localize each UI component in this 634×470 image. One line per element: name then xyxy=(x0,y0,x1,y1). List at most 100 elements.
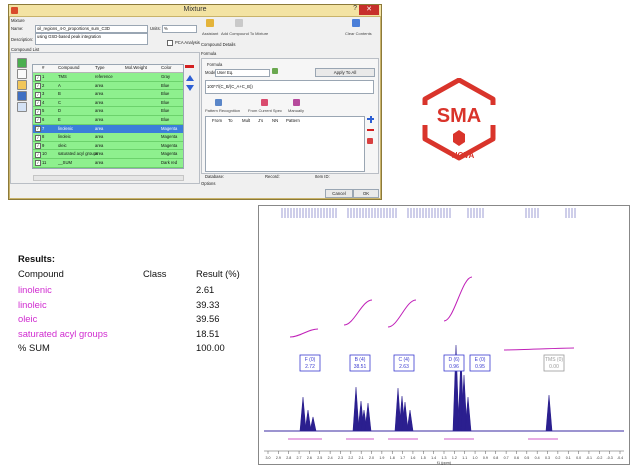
table-hscrollbar[interactable] xyxy=(33,175,184,181)
results-compound: linoleic xyxy=(18,298,47,310)
ok-button[interactable]: OK xyxy=(353,189,379,198)
x-axis-tick-label: 1.5 xyxy=(421,456,426,460)
title-bar[interactable]: Mixture ? ✕ xyxy=(9,5,381,17)
manually-button[interactable]: Manually xyxy=(288,108,304,113)
table-header: # Compound Type Mol.Weight Color xyxy=(33,65,183,73)
manually-icon[interactable] xyxy=(293,99,300,106)
mode-select[interactable]: User Eq. xyxy=(215,69,270,77)
apply-to-all-button[interactable]: Apply To All xyxy=(315,68,375,77)
move-up-icon[interactable] xyxy=(186,75,194,81)
row-num: 5 xyxy=(42,108,45,114)
x-axis-tick-label: 0.2 xyxy=(555,456,560,460)
row-num: 7 xyxy=(42,125,45,131)
table-row[interactable]: ✓ 3 Barea Blue xyxy=(33,90,183,99)
x-axis-tick-label: 1.0 xyxy=(473,456,478,460)
remove-multiplet-icon[interactable] xyxy=(367,129,374,131)
row-type: area xyxy=(95,82,104,88)
cancel-button[interactable]: Cancel xyxy=(325,189,353,198)
logo-text: SMA xyxy=(437,105,481,127)
table-row[interactable]: ✓ 11 __SUM area Dark red xyxy=(33,158,183,168)
row-checkbox[interactable]: ✓ xyxy=(35,108,41,115)
units-label: Units: xyxy=(150,26,161,31)
row-checkbox[interactable]: ✓ xyxy=(35,74,41,81)
row-type: area xyxy=(95,151,104,157)
row-compound: E xyxy=(58,116,61,122)
pattern-recognition-button[interactable]: Pattern Recognition xyxy=(205,108,240,113)
row-color: Magenta xyxy=(161,151,178,157)
formula-text-field[interactable]: 100*7/(C_B/(C_A+C_B)) xyxy=(205,80,374,94)
units-select[interactable]: % xyxy=(162,25,197,33)
row-checkbox[interactable]: ✓ xyxy=(35,143,41,150)
row-color: Blue xyxy=(161,108,170,114)
row-color: Magenta xyxy=(161,142,178,148)
multiplet-col-header: Mult xyxy=(242,118,251,123)
results-compound: % SUM xyxy=(18,342,50,354)
row-checkbox[interactable]: ✓ xyxy=(35,100,41,107)
table-row[interactable]: ✓ 7 linolenic area Magenta xyxy=(33,124,183,134)
remove-compound-icon[interactable] xyxy=(185,65,194,68)
add-compound-button[interactable]: Add Compound To Mixture xyxy=(221,31,268,36)
open-folder-icon[interactable] xyxy=(17,80,27,90)
row-color: Gray xyxy=(161,74,171,79)
table-row[interactable]: ✓ 9 oleic area Magenta xyxy=(33,141,183,151)
header-compound[interactable]: Compound xyxy=(58,65,79,70)
from-current-spec-button[interactable]: From Current Spec xyxy=(248,108,282,113)
x-axis-tick-label: 0.1 xyxy=(566,456,571,460)
row-checkbox[interactable]: ✓ xyxy=(35,151,41,158)
assistant-button[interactable]: Assistant xyxy=(202,31,218,36)
clear-contents-button[interactable]: Clear Contents xyxy=(345,31,372,36)
header-num[interactable]: # xyxy=(42,65,44,70)
row-color: Blue xyxy=(161,116,170,122)
header-color[interactable]: Color xyxy=(161,65,172,70)
row-num: 11 xyxy=(42,159,47,165)
close-button[interactable]: ✕ xyxy=(359,5,379,15)
row-num: 4 xyxy=(42,99,45,105)
copy-icon[interactable] xyxy=(17,102,27,112)
assistant-icon[interactable] xyxy=(206,19,214,27)
row-color: Dark red xyxy=(161,159,178,165)
add-compound-icon[interactable] xyxy=(235,19,243,27)
header-molweight[interactable]: Mol.Weight xyxy=(125,65,147,70)
row-checkbox[interactable]: ✓ xyxy=(35,117,41,124)
row-num: 1 xyxy=(42,74,45,79)
help-button[interactable]: ? xyxy=(353,5,357,12)
row-checkbox[interactable]: ✓ xyxy=(35,83,41,90)
delete-multiplets-icon[interactable] xyxy=(367,138,373,144)
row-type: area xyxy=(95,116,104,122)
row-checkbox[interactable]: ✓ xyxy=(35,160,41,167)
table-row[interactable]: ✓ 6 Earea Blue xyxy=(33,115,183,125)
clear-contents-icon[interactable] xyxy=(352,19,360,27)
x-axis-tick-label: 2.7 xyxy=(297,456,302,460)
uncheck-all-icon[interactable] xyxy=(17,69,27,79)
save-icon[interactable] xyxy=(17,91,27,101)
row-num: 8 xyxy=(42,134,45,140)
row-color: Blue xyxy=(161,99,170,105)
x-axis-label: f1 (ppm) xyxy=(437,461,452,465)
row-checkbox[interactable]: ✓ xyxy=(35,134,41,141)
header-type[interactable]: Type xyxy=(95,65,105,70)
row-checkbox[interactable]: ✓ xyxy=(35,126,41,133)
table-row[interactable]: ✓ 1 TMS reference Gray xyxy=(33,73,183,82)
edit-pencil-icon[interactable] xyxy=(272,68,278,74)
options-label[interactable]: Options xyxy=(201,181,215,186)
x-axis-tick-label: 2.1 xyxy=(359,456,364,460)
move-down-icon[interactable] xyxy=(186,85,194,91)
description-field[interactable]: using GSD-based peak integration xyxy=(35,33,148,45)
pca-checkbox[interactable] xyxy=(167,40,173,46)
multiplet-table[interactable]: From To Mult J's NN Pattern xyxy=(205,116,365,172)
formula-section-label: Formula xyxy=(201,51,217,56)
table-row[interactable]: ✓ 10 saturated acyl groups area Magenta xyxy=(33,150,183,159)
from-current-spec-icon[interactable] xyxy=(261,99,268,106)
pattern-recognition-icon[interactable] xyxy=(215,99,222,106)
table-row[interactable]: ✓ 4 Carea Blue xyxy=(33,98,183,108)
compound-table: # Compound Type Mol.Weight Color ✓ 1 TMS re… xyxy=(32,64,184,169)
table-row[interactable]: ✓ 5 Darea Blue xyxy=(33,107,183,116)
results-header-result: Result (%) xyxy=(196,268,240,279)
x-axis-tick-label: 1.9 xyxy=(379,456,384,460)
name-field[interactable]: oil_regions_4-0_proportions_sum_C3D xyxy=(35,25,148,33)
table-row[interactable]: ✓ 8 linoleic area Magenta xyxy=(33,133,183,142)
row-checkbox[interactable]: ✓ xyxy=(35,91,41,98)
row-color: Blue xyxy=(161,91,170,97)
table-row[interactable]: ✓ 2 Aarea Blue xyxy=(33,81,183,91)
check-all-icon[interactable] xyxy=(17,58,27,68)
